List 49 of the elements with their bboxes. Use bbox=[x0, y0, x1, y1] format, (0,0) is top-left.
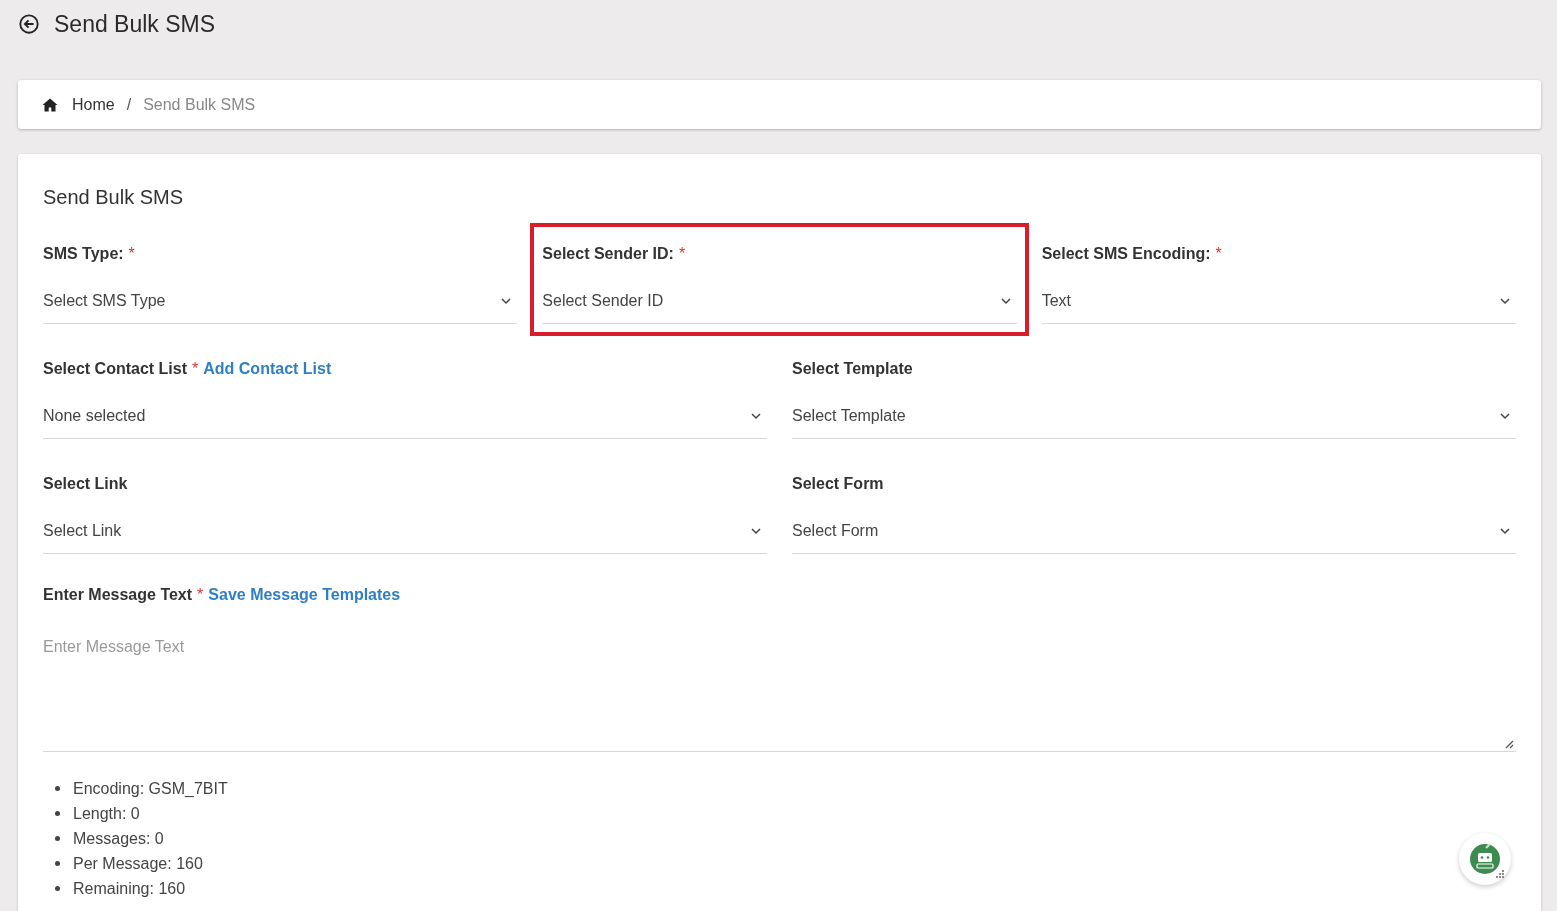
link[interactable]: Add Contact List bbox=[203, 360, 332, 378]
chevron-down-icon bbox=[751, 525, 761, 536]
stat-text: Per Message: 160 bbox=[73, 854, 203, 873]
select-dropdown[interactable]: Select Form bbox=[792, 508, 1516, 554]
field-label: Select Template bbox=[792, 360, 913, 378]
field-label: Select Contact List bbox=[43, 360, 188, 378]
robot-icon bbox=[1470, 843, 1500, 874]
card-title: Send Bulk SMS bbox=[43, 186, 185, 209]
select-dropdown[interactable]: Select Sender ID bbox=[542, 278, 1017, 324]
bullet-icon bbox=[55, 861, 60, 866]
required-mark: * bbox=[192, 360, 199, 378]
breadcrumb-link[interactable]: Home bbox=[72, 95, 115, 114]
field-label: Select SMS Encoding: bbox=[1041, 245, 1211, 263]
required-mark: * bbox=[197, 586, 204, 604]
bullet-icon bbox=[55, 786, 60, 791]
stat-text: Messages: 0 bbox=[73, 829, 164, 848]
required-mark: * bbox=[678, 245, 686, 263]
select-dropdown[interactable]: None selected bbox=[43, 393, 767, 439]
field-label: Enter Message Text bbox=[43, 586, 193, 604]
chevron-down-icon bbox=[1500, 295, 1510, 306]
select-dropdown[interactable]: Text bbox=[1041, 278, 1516, 324]
required-mark: * bbox=[1215, 245, 1222, 263]
chevron-down-icon bbox=[751, 410, 761, 421]
required-mark: * bbox=[128, 245, 135, 263]
breadcrumb-separator: / bbox=[126, 95, 132, 114]
stat-text: Length: 0 bbox=[73, 804, 140, 823]
chevron-down-icon bbox=[1500, 410, 1510, 421]
stat-text: Encoding: GSM_7BIT bbox=[73, 779, 228, 798]
grip-dots-icon bbox=[1496, 870, 1504, 878]
breadcrumb-current: Send Bulk SMS bbox=[143, 95, 256, 114]
bullet-icon bbox=[55, 811, 60, 816]
field-label: SMS Type: bbox=[43, 245, 124, 263]
link[interactable]: Save Message Templates bbox=[208, 586, 401, 604]
home-icon[interactable] bbox=[42, 96, 58, 113]
select-dropdown[interactable]: Select Link bbox=[43, 508, 767, 554]
field-label: Select Sender ID: bbox=[542, 245, 674, 263]
chevron-down-icon bbox=[1000, 295, 1011, 306]
stat-text: Remaining: 160 bbox=[73, 879, 186, 898]
field-label: Select Link bbox=[43, 475, 128, 493]
bullet-icon bbox=[55, 836, 60, 841]
field-label: Select Form bbox=[792, 475, 884, 493]
bullet-icon bbox=[55, 886, 60, 891]
chevron-down-icon bbox=[1500, 525, 1510, 536]
select-dropdown[interactable]: Select SMS Type bbox=[43, 278, 518, 324]
select-dropdown[interactable]: Select Template bbox=[792, 393, 1516, 439]
chevron-down-icon bbox=[501, 295, 512, 306]
back-icon[interactable] bbox=[18, 13, 40, 35]
page-title: Send Bulk SMS bbox=[54, 10, 216, 38]
resize-handle-icon[interactable] bbox=[1504, 739, 1514, 749]
